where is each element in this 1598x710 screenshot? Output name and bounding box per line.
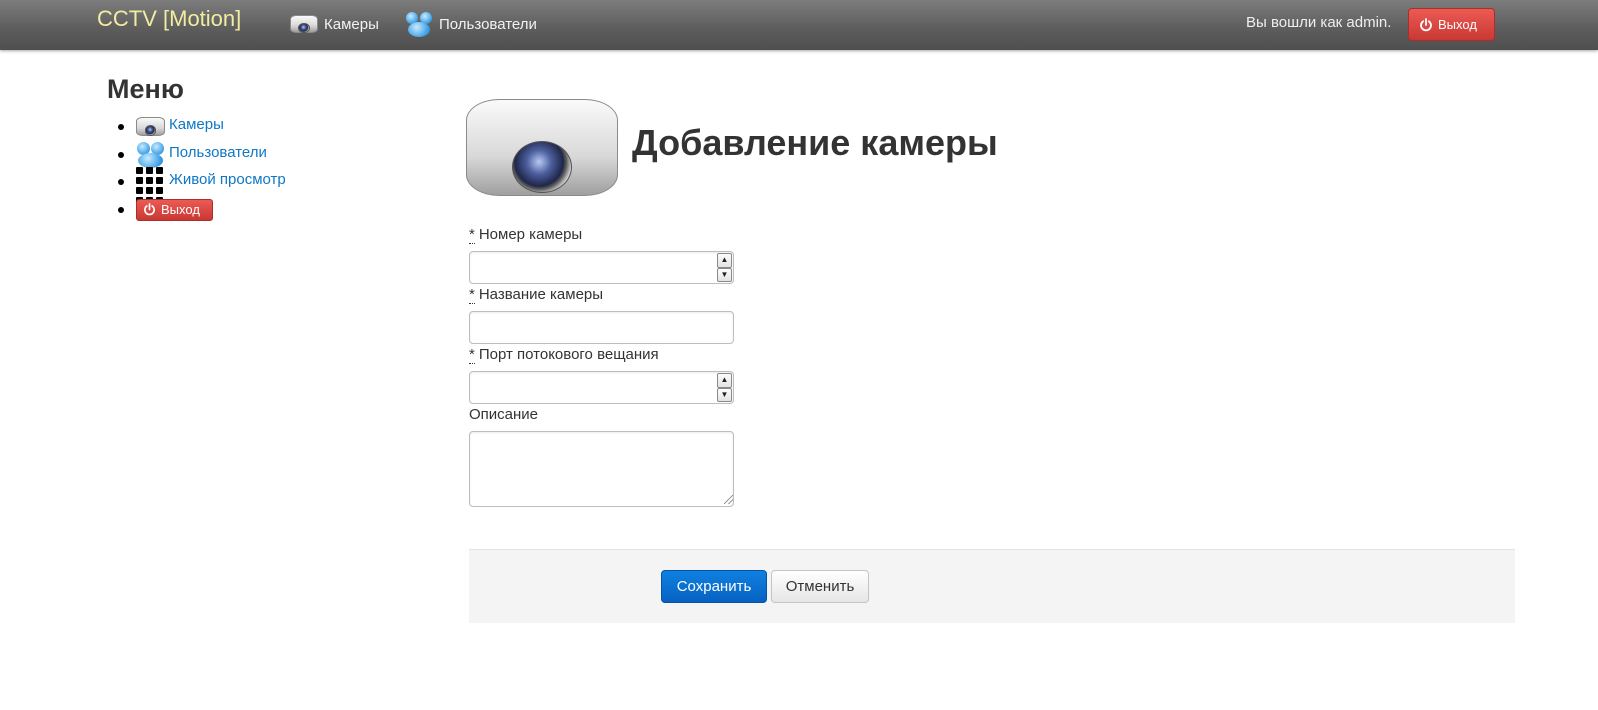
- stream-port-input[interactable]: ▲ ▼: [469, 371, 734, 404]
- sidebar-title: Меню: [107, 74, 184, 104]
- brand-link[interactable]: CCTV [Motion]: [97, 6, 241, 32]
- camera-icon: [466, 90, 618, 205]
- camera-icon: [136, 115, 165, 138]
- camera-name-input[interactable]: [469, 311, 734, 344]
- navbar-logout-label: Выход: [1438, 17, 1477, 32]
- chevron-up-icon[interactable]: ▲: [717, 373, 732, 388]
- form-actions-bar: [469, 549, 1515, 623]
- required-mark: *: [469, 286, 475, 304]
- camera-icon: [290, 13, 318, 35]
- sidebar-logout-button[interactable]: Выход: [136, 198, 213, 221]
- stream-port-label-text: Порт потокового вещания: [478, 346, 659, 363]
- logged-in-text: Вы вошли как admin.: [1246, 14, 1392, 31]
- grid-icon: [136, 167, 163, 204]
- power-icon: [1419, 17, 1433, 32]
- users-icon: [136, 141, 165, 169]
- stream-port-stepper[interactable]: ▲ ▼: [717, 373, 732, 402]
- sidebar-link-users[interactable]: Пользователи: [169, 144, 267, 161]
- stream-port-label: * Порт потокового вещания: [469, 346, 659, 364]
- cancel-button[interactable]: Отменить: [771, 570, 869, 603]
- save-button[interactable]: Сохранить: [661, 570, 767, 603]
- camera-number-input[interactable]: ▲ ▼: [469, 251, 734, 284]
- chevron-down-icon[interactable]: ▼: [717, 387, 732, 402]
- camera-number-label: * Номер камеры: [469, 226, 583, 244]
- navbar-logout-button[interactable]: Выход: [1408, 8, 1495, 41]
- chevron-up-icon[interactable]: ▲: [717, 253, 732, 268]
- camera-number-stepper[interactable]: ▲ ▼: [717, 253, 732, 282]
- required-mark: *: [469, 346, 475, 364]
- nav-cameras-label: Камеры: [324, 15, 379, 33]
- camera-number-label-text: Номер камеры: [478, 226, 583, 243]
- required-mark: *: [469, 226, 475, 244]
- nav-users-link[interactable]: Пользователи: [405, 10, 537, 38]
- nav-cameras-link[interactable]: Камеры: [290, 10, 379, 38]
- resize-handle[interactable]: [724, 495, 733, 504]
- description-label: Описание: [469, 406, 539, 423]
- power-icon: [143, 203, 156, 216]
- sidebar-link-live-view[interactable]: Живой просмотр: [169, 171, 286, 188]
- users-icon: [405, 10, 433, 38]
- sidebar-logout-label: Выход: [161, 202, 200, 217]
- nav-users-label: Пользователи: [439, 15, 537, 33]
- sidebar-link-cameras[interactable]: Камеры: [169, 116, 224, 133]
- chevron-down-icon[interactable]: ▼: [717, 267, 732, 282]
- top-navbar: CCTV [Motion] Камеры Пользователи Вы вош…: [0, 0, 1598, 50]
- description-textarea[interactable]: [469, 431, 734, 507]
- camera-name-label-text: Название камеры: [478, 286, 604, 303]
- page-title: Добавление камеры: [632, 122, 998, 163]
- camera-name-label: * Название камеры: [469, 286, 604, 304]
